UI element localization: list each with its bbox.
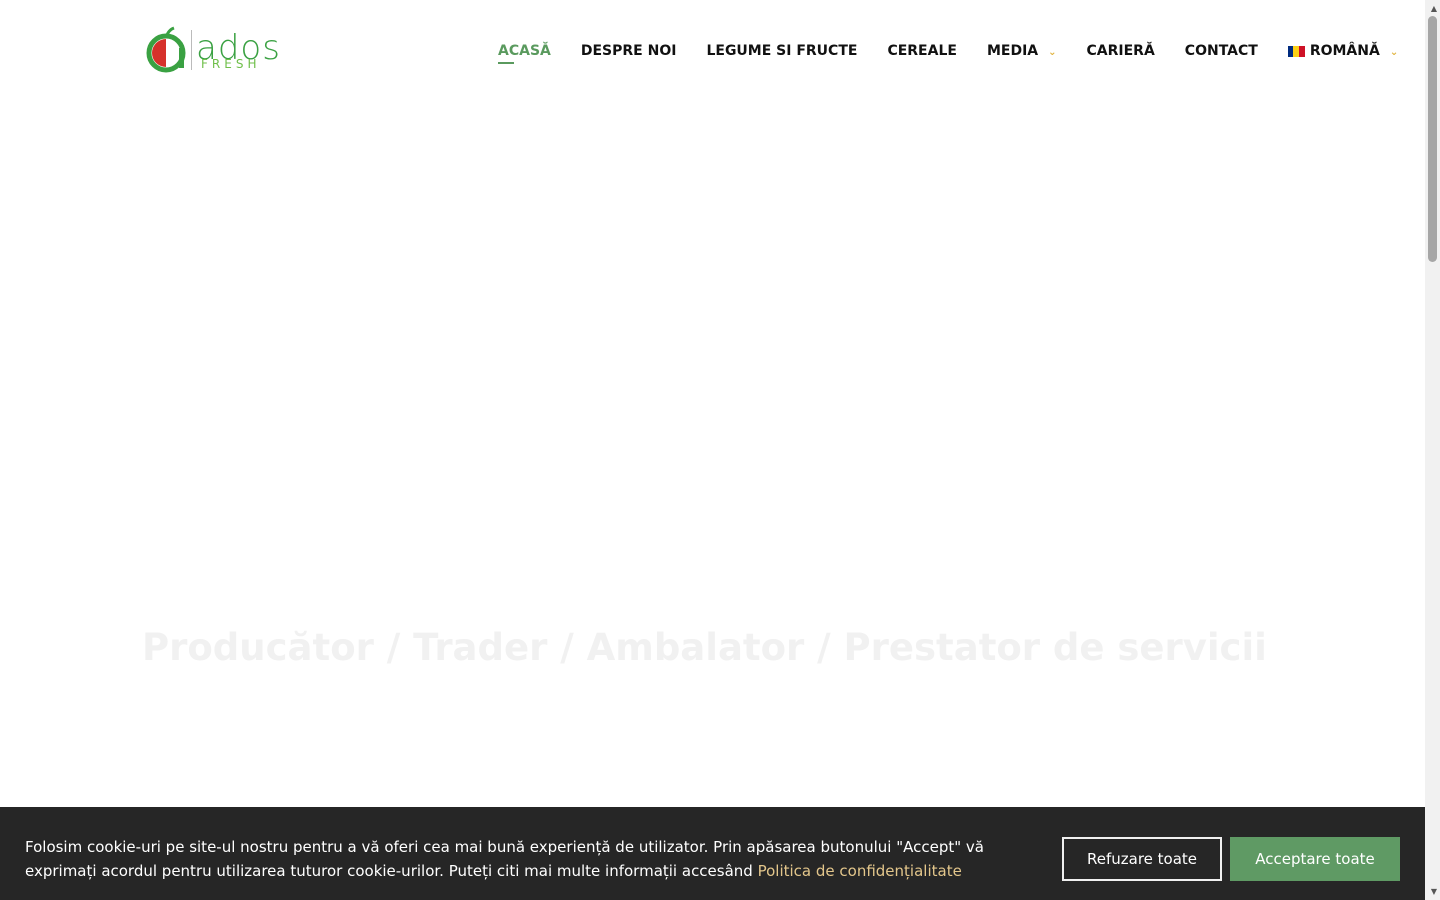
nav-item-label: CEREALE (887, 43, 957, 59)
nav-item-media[interactable]: MEDIA ⌄ (987, 43, 1057, 59)
cookie-banner: Folosim cookie-uri pe site-ul nostru pen… (0, 807, 1425, 900)
hero-title: Producător / Trader / Ambalator / Presta… (142, 626, 1267, 669)
site-header: ados FRESH ACASĂ DESPRE NOI LEGUME SI FR… (0, 0, 1425, 100)
chevron-down-icon: ⌄ (1048, 46, 1057, 58)
scroll-up-icon[interactable]: ▲ (1431, 4, 1437, 13)
accept-all-button[interactable]: Acceptare toate (1230, 837, 1400, 881)
main-nav: ACASĂ DESPRE NOI LEGUME SI FRUCTE CEREAL… (498, 40, 1399, 64)
privacy-policy-link[interactable]: Politica de confidențialitate (758, 862, 962, 880)
nav-item-label: DESPRE NOI (580, 43, 677, 59)
apple-logo-icon (146, 26, 186, 73)
nav-item-about[interactable]: DESPRE NOI (581, 43, 677, 59)
refuse-all-button[interactable]: Refuzare toate (1062, 837, 1222, 881)
scroll-down-icon[interactable]: ▼ (1431, 887, 1437, 896)
logo-tagline: FRESH (201, 57, 261, 71)
nav-item-contact[interactable]: CONTACT (1185, 43, 1258, 59)
active-underline (498, 62, 514, 64)
logo-divider (191, 30, 192, 70)
scrollbar[interactable]: ▲ ▼ (1425, 0, 1440, 900)
nav-item-home[interactable]: ACASĂ (498, 43, 551, 64)
nav-item-label: CONTACT (1184, 43, 1258, 59)
logo[interactable]: ados FRESH (146, 26, 291, 74)
nav-item-cereals[interactable]: CEREALE (887, 43, 957, 59)
nav-item-label: LEGUME SI FRUCTE (706, 43, 858, 59)
nav-item-career[interactable]: CARIERĂ (1087, 43, 1155, 59)
chevron-down-icon: ⌄ (1389, 46, 1399, 58)
nav-item-vegetables-fruits[interactable]: LEGUME SI FRUCTE (706, 43, 857, 59)
nav-item-label: MEDIA (986, 43, 1039, 59)
language-label: ROMÂNĂ (1309, 43, 1380, 59)
cookie-message: Folosim cookie-uri pe site-ul nostru pen… (25, 835, 1015, 883)
nav-item-label: CARIERĂ (1086, 43, 1155, 59)
romania-flag-icon (1287, 45, 1305, 57)
scrollbar-thumb[interactable] (1428, 16, 1437, 262)
nav-item-label: ACASĂ (498, 43, 551, 59)
language-switcher[interactable]: ROMÂNĂ ⌄ (1287, 43, 1399, 59)
